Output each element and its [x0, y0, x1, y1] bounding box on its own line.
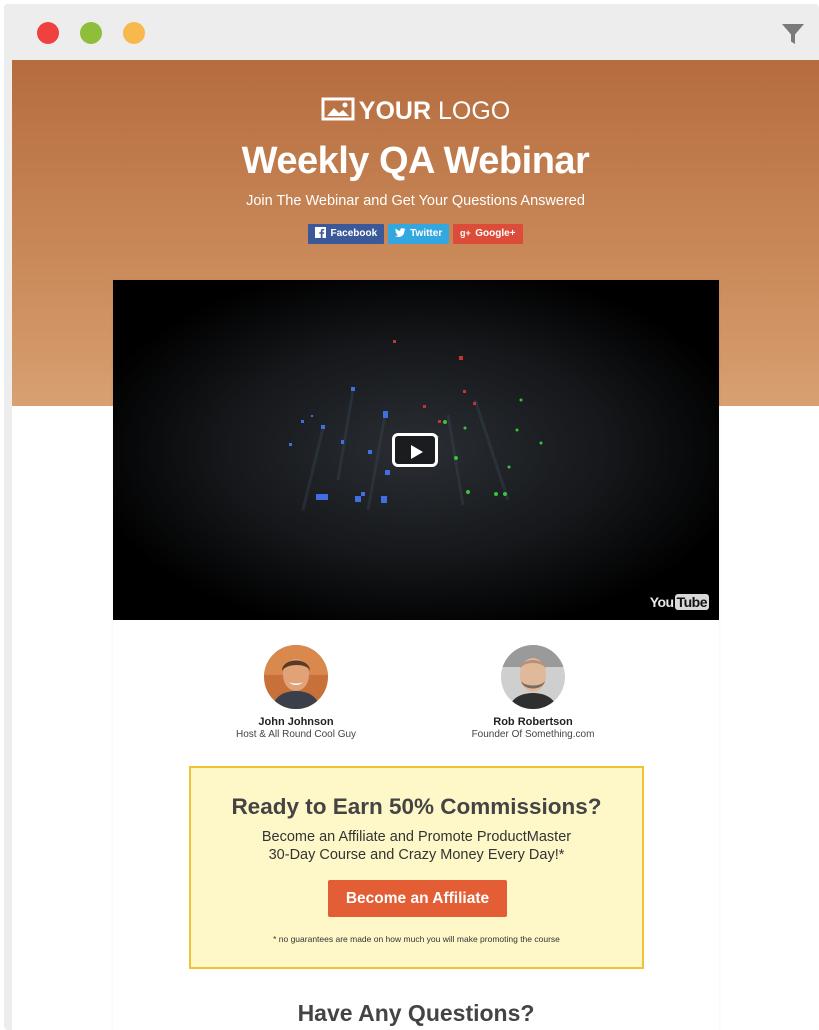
image-icon	[321, 97, 355, 121]
filter-icon[interactable]	[781, 22, 805, 46]
play-icon	[411, 445, 423, 459]
facebook-share-button[interactable]: Facebook	[308, 224, 385, 244]
avatar	[501, 645, 565, 709]
twitter-label: Twitter	[410, 228, 443, 239]
logo-text-light: LOGO	[437, 97, 511, 125]
host-name: Rob Robertson	[493, 716, 573, 728]
social-share-bar: Facebook Twitter g+ Google+	[12, 224, 819, 244]
google-plus-label: Google+	[475, 228, 516, 239]
host-card: Rob Robertson Founder Of Something.com	[433, 645, 633, 741]
avatar	[264, 645, 328, 709]
video-player[interactable]: You Tube	[113, 280, 719, 620]
twitter-icon	[395, 228, 406, 237]
host-role: Founder Of Something.com	[471, 729, 595, 740]
page-viewport: YOUR LOGO Weekly QA Webinar Join The Web…	[12, 60, 819, 1030]
affiliate-disclaimer: * no guarantees are made on how much you…	[273, 934, 560, 944]
site-logo[interactable]: YOUR LOGO	[12, 96, 819, 126]
window-titlebar	[4, 4, 819, 60]
play-button[interactable]	[392, 433, 438, 467]
host-card: John Johnson Host & All Round Cool Guy	[196, 645, 396, 741]
youtube-logo[interactable]: You Tube	[650, 594, 709, 610]
host-name: John Johnson	[258, 716, 334, 728]
twitter-share-button[interactable]: Twitter	[388, 224, 450, 244]
host-role: Host & All Round Cool Guy	[235, 729, 357, 740]
youtube-logo-you: You	[649, 594, 674, 610]
maximize-window-button[interactable]	[123, 22, 145, 44]
facebook-label: Facebook	[330, 228, 378, 239]
youtube-logo-tube: Tube	[674, 594, 709, 610]
facebook-icon	[315, 227, 327, 238]
content-card: You Tube John Johnson Host & All Round Co…	[113, 280, 719, 1030]
google-plus-share-button[interactable]: g+ Google+	[453, 224, 523, 244]
questions-heading: Have Any Questions?	[297, 1000, 535, 1026]
affiliate-box: Ready to Earn 50% Commissions? Become an…	[189, 766, 644, 969]
hosts-section: John Johnson Host & All Round Cool Guy R…	[113, 645, 719, 745]
minimize-window-button[interactable]	[80, 22, 102, 44]
affiliate-description: Become an Affiliate and Promote ProductM…	[191, 828, 642, 864]
page-title: Weekly QA Webinar	[241, 140, 590, 182]
affiliate-description-line: Become an Affiliate and Promote ProductM…	[261, 829, 572, 845]
become-affiliate-button[interactable]: Become an Affiliate	[328, 880, 507, 917]
affiliate-title: Ready to Earn 50% Commissions?	[231, 794, 602, 819]
svg-text:g+: g+	[460, 228, 471, 238]
close-window-button[interactable]	[37, 22, 59, 44]
browser-window: YOUR LOGO Weekly QA Webinar Join The Web…	[4, 4, 819, 1030]
page-subtitle: Join The Webinar and Get Your Questions …	[246, 193, 585, 209]
affiliate-description-line: 30-Day Course and Crazy Money Every Day!…	[268, 847, 565, 863]
logo-text-bold: YOUR	[358, 97, 432, 125]
google-plus-icon: g+	[460, 228, 471, 238]
